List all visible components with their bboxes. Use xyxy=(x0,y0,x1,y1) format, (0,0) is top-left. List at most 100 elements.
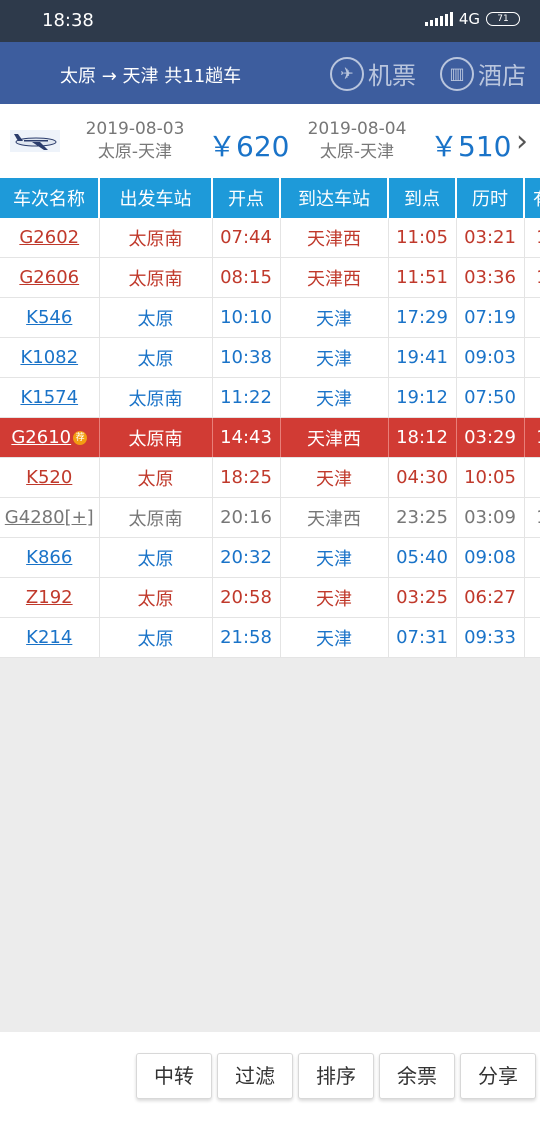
to-station: 天津西 xyxy=(280,417,389,458)
flight-date-1[interactable]: 2019-08-03 太原-天津 xyxy=(78,118,192,164)
train-code[interactable]: K866 xyxy=(0,537,100,578)
airplane-icon xyxy=(10,130,60,152)
from-station: 太原南 xyxy=(99,417,213,458)
col-header-train[interactable]: 车次名称 xyxy=(0,178,100,218)
table-row[interactable]: G2606 太原南 08:15 天津西 11:51 03:36 1 xyxy=(0,257,540,298)
table-row-selected[interactable]: G2610荐 太原南 14:43 天津西 18:12 03:29 1 xyxy=(0,417,540,458)
train-table: 车次名称 出发车站 开点 到达车站 到点 历时 有 G2602 太原南 07:4… xyxy=(0,178,540,658)
to-station: 天津 xyxy=(280,337,389,378)
table-row[interactable]: Z192 太原 20:58 天津 03:25 06:27 xyxy=(0,577,540,618)
app-header: 太原 → 天津 共11趟车 ✈ 机票 ▥ 酒店 xyxy=(0,42,540,104)
to-station: 天津 xyxy=(280,377,389,418)
train-code[interactable]: K546 xyxy=(0,297,100,338)
flight-price-bar[interactable]: 2019-08-03 太原-天津 ￥620 2019-08-04 太原-天津 ￥… xyxy=(0,104,540,179)
flight-price-2[interactable]: ￥510 xyxy=(430,125,511,165)
dep-time: 20:58 xyxy=(212,577,281,618)
status-time: 18:38 xyxy=(42,10,94,31)
to-station: 天津 xyxy=(280,297,389,338)
duration: 09:08 xyxy=(456,537,525,578)
flight-button-label: 机票 xyxy=(368,62,416,90)
train-code[interactable]: Z192 xyxy=(0,577,100,618)
train-code[interactable]: G4280[+] xyxy=(0,497,100,538)
col-header-dep[interactable]: 开点 xyxy=(212,178,281,218)
filter-button[interactable]: 过滤 xyxy=(217,1053,293,1099)
flight-date-2[interactable]: 2019-08-04 太原-天津 xyxy=(300,118,414,164)
table-row[interactable]: K866 太原 20:32 天津 05:40 09:08 xyxy=(0,537,540,578)
flight-price-1[interactable]: ￥620 xyxy=(208,125,289,165)
train-code[interactable]: K214 xyxy=(0,617,100,658)
flight-button[interactable]: ✈ 机票 xyxy=(330,56,416,91)
from-station: 太原 xyxy=(99,537,213,578)
arr-time: 11:05 xyxy=(388,218,457,258)
duration: 03:29 xyxy=(456,417,525,458)
arr-time: 17:29 xyxy=(388,297,457,338)
table-row[interactable]: K546 太原 10:10 天津 17:29 07:19 xyxy=(0,297,540,338)
battery-level: 71 xyxy=(497,14,509,24)
train-code[interactable]: K520 xyxy=(0,457,100,498)
col-header-extra[interactable]: 有 xyxy=(524,178,540,218)
table-row[interactable]: G2602 太原南 07:44 天津西 11:05 03:21 1 xyxy=(0,218,540,258)
flight-date-2-date: 2019-08-04 xyxy=(307,119,407,139)
table-header-row: 车次名称 出发车站 开点 到达车站 到点 历时 有 xyxy=(0,178,540,218)
transfer-button[interactable]: 中转 xyxy=(136,1053,212,1099)
sort-button[interactable]: 排序 xyxy=(298,1053,374,1099)
dep-time: 08:15 xyxy=(212,257,281,298)
plane-icon: ✈ xyxy=(330,56,364,91)
extra-cell xyxy=(524,457,540,498)
duration: 09:03 xyxy=(456,337,525,378)
arr-time: 03:25 xyxy=(388,577,457,618)
train-code[interactable]: K1574 xyxy=(0,377,100,418)
train-code[interactable]: K1082 xyxy=(0,337,100,378)
extra-cell: 1 xyxy=(524,257,540,298)
col-header-dur[interactable]: 历时 xyxy=(456,178,525,218)
network-type: 4G xyxy=(458,10,480,28)
flight-date-2-route: 太原-天津 xyxy=(319,142,395,162)
train-code[interactable]: G2606 xyxy=(0,257,100,298)
duration: 03:09 xyxy=(456,497,525,538)
col-header-from[interactable]: 出发车站 xyxy=(99,178,213,218)
arr-time: 11:51 xyxy=(388,257,457,298)
from-station: 太原南 xyxy=(99,257,213,298)
train-code-text: G2610 xyxy=(11,427,72,448)
dep-time: 20:32 xyxy=(212,537,281,578)
route-title: 太原 → 天津 共11趟车 xyxy=(60,66,242,87)
table-row[interactable]: K520 太原 18:25 天津 04:30 10:05 xyxy=(0,457,540,498)
table-row[interactable]: K214 太原 21:58 天津 07:31 09:33 xyxy=(0,617,540,658)
share-button[interactable]: 分享 xyxy=(460,1053,536,1099)
duration: 10:05 xyxy=(456,457,525,498)
bottom-toolbar: 中转 过滤 排序 余票 分享 xyxy=(0,1032,540,1122)
train-code[interactable]: G2602 xyxy=(0,218,100,258)
dep-time: 10:10 xyxy=(212,297,281,338)
to-station: 天津西 xyxy=(280,497,389,538)
table-row[interactable]: K1574 太原南 11:22 天津 19:12 07:50 xyxy=(0,377,540,418)
extra-cell xyxy=(524,577,540,618)
extra-cell: 1 xyxy=(524,218,540,258)
extra-cell xyxy=(524,337,540,378)
arr-time: 19:12 xyxy=(388,377,457,418)
col-header-arr[interactable]: 到点 xyxy=(388,178,457,218)
extra-cell xyxy=(524,377,540,418)
building-icon: ▥ xyxy=(440,56,474,91)
arr-time: 07:31 xyxy=(388,617,457,658)
to-station: 天津 xyxy=(280,457,389,498)
hotel-button-label: 酒店 xyxy=(478,62,526,90)
to-station: 天津 xyxy=(280,617,389,658)
from-station: 太原 xyxy=(99,457,213,498)
extra-cell xyxy=(524,617,540,658)
from-station: 太原 xyxy=(99,297,213,338)
train-code[interactable]: G2610 荐 xyxy=(0,417,100,458)
chevron-right-icon[interactable]: › xyxy=(516,124,528,159)
dep-time: 11:22 xyxy=(212,377,281,418)
table-row[interactable]: G4280[+] 太原南 20:16 天津西 23:25 03:09 1 xyxy=(0,497,540,538)
col-header-to[interactable]: 到达车站 xyxy=(280,178,389,218)
extra-cell xyxy=(524,537,540,578)
from-station: 太原 xyxy=(99,337,213,378)
hotel-button[interactable]: ▥ 酒店 xyxy=(440,56,526,91)
arr-time: 04:30 xyxy=(388,457,457,498)
to-station: 天津 xyxy=(280,537,389,578)
flight-date-1-date: 2019-08-03 xyxy=(85,119,185,139)
table-row[interactable]: K1082 太原 10:38 天津 19:41 09:03 xyxy=(0,337,540,378)
remaining-tickets-button[interactable]: 余票 xyxy=(379,1053,455,1099)
to-station: 天津 xyxy=(280,577,389,618)
duration: 03:21 xyxy=(456,218,525,258)
